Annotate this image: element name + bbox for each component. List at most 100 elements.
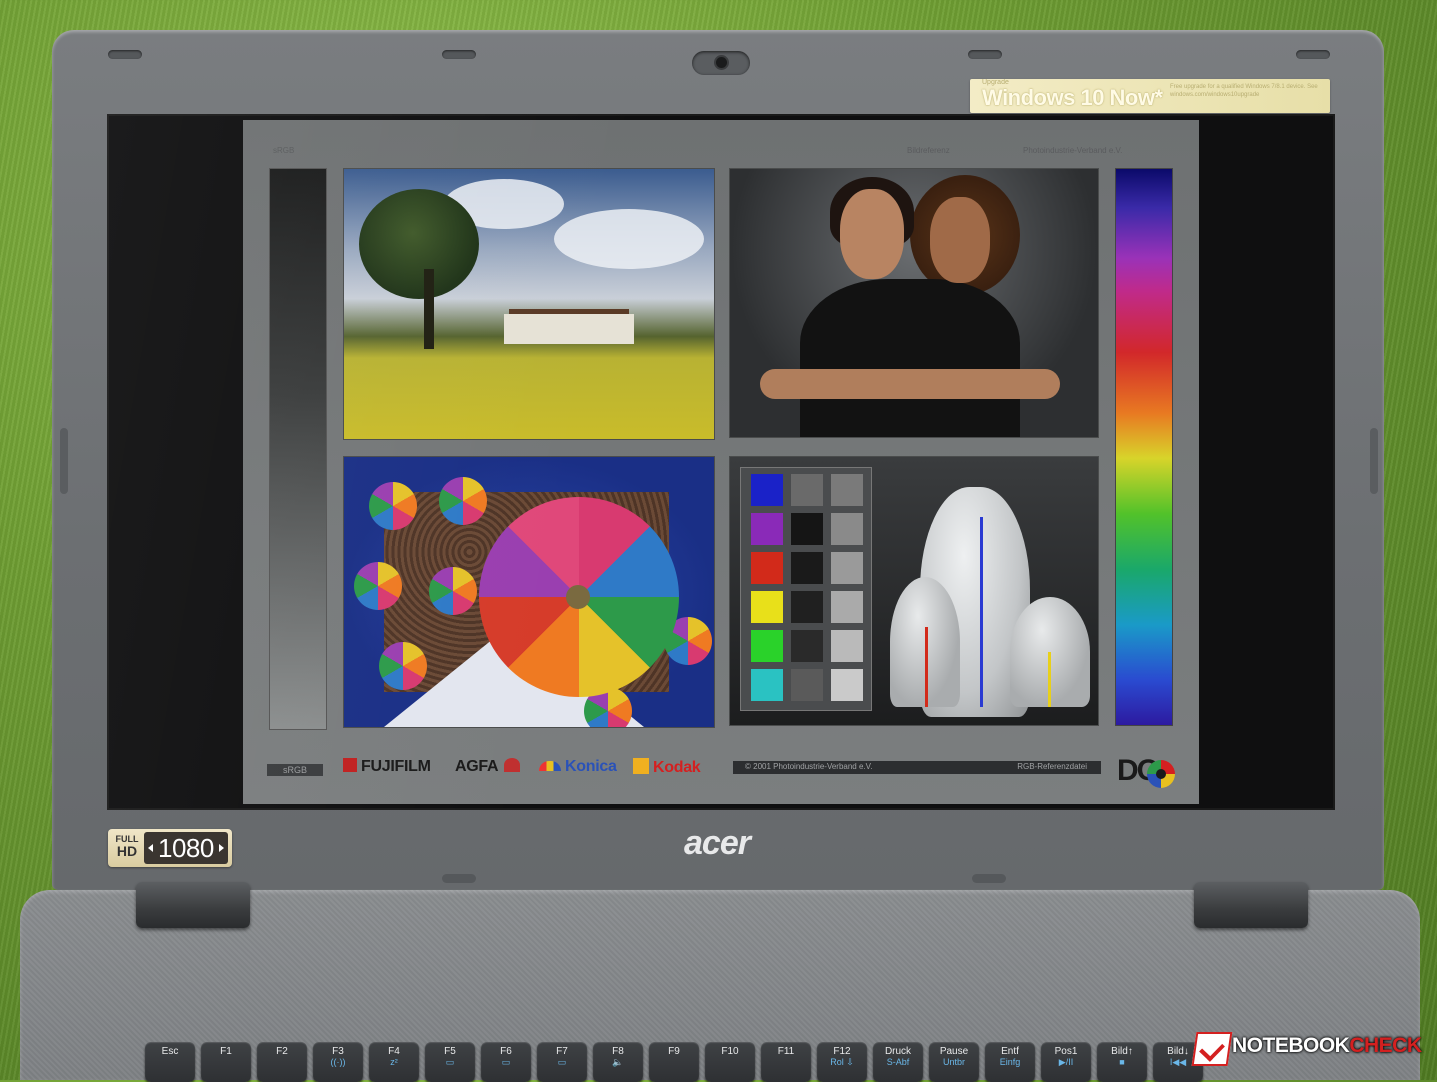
bezel-bumper xyxy=(972,874,1006,883)
bezel-side-bumper xyxy=(60,428,68,494)
agfa-logo: AGFA xyxy=(455,758,521,776)
fujifilm-logo: FUJIFILM xyxy=(343,758,431,776)
hd-text: HD xyxy=(116,843,138,859)
key-10[interactable]: F10 xyxy=(705,1042,755,1082)
kodak-logo: Kodak xyxy=(633,758,701,777)
key-label: F2 xyxy=(276,1046,288,1057)
key-8[interactable]: F8 🔈 xyxy=(593,1042,643,1082)
checkmark-icon xyxy=(1191,1032,1233,1066)
key-secondary-label: S-Abf xyxy=(886,1057,910,1067)
color-swatch xyxy=(831,669,863,701)
color-swatch xyxy=(751,513,783,545)
key-label: F8 xyxy=(612,1046,624,1057)
key-secondary-label: ((·)) xyxy=(330,1057,346,1067)
key-17[interactable]: Bild↑ ■ xyxy=(1097,1042,1147,1082)
key-6[interactable]: F6 ▭ xyxy=(481,1042,531,1082)
brand-logo-bar: sRGB FUJIFILM AGFA Konica Kodak © 2001 P… xyxy=(243,740,1199,788)
webcam-icon xyxy=(716,57,727,68)
key-secondary-label: ▭ xyxy=(557,1057,567,1067)
pinwheel-photo xyxy=(343,456,715,728)
color-swatch xyxy=(791,474,823,506)
ref-top-left-text: sRGB xyxy=(273,146,295,155)
key-secondary-label: ▭ xyxy=(445,1057,455,1067)
key-secondary-label: ■ xyxy=(1119,1057,1125,1067)
key-label: F10 xyxy=(721,1046,739,1057)
key-label: Druck xyxy=(884,1046,912,1057)
color-swatch xyxy=(751,552,783,584)
key-label: F9 xyxy=(668,1046,680,1057)
laptop-screen: sRGB Bildreferenz Photoindustrie-Verband… xyxy=(107,114,1335,810)
landscape-photo xyxy=(343,168,715,440)
color-swatch xyxy=(831,513,863,545)
key-secondary-label: ▶/II xyxy=(1058,1057,1074,1067)
watermark-part2: CHECK xyxy=(1349,1034,1422,1057)
color-swatch xyxy=(751,630,783,662)
portrait-photo xyxy=(729,168,1099,438)
key-secondary-label: 🔈 xyxy=(612,1057,624,1067)
key-2[interactable]: F2 xyxy=(257,1042,307,1082)
copyright-bar: © 2001 Photoindustrie-Verband e.V. RGB-R… xyxy=(733,761,1101,774)
pinwheel-hub xyxy=(566,585,590,609)
color-ring-icon xyxy=(1147,760,1175,788)
full-hd-badge: FULL HD 1080 xyxy=(108,829,232,867)
key-label: F12 xyxy=(833,1046,851,1057)
key-12[interactable]: F12 Rol ⇩ xyxy=(817,1042,867,1082)
key-13[interactable]: Druck S-Abf xyxy=(873,1042,923,1082)
acer-logo: acer xyxy=(684,824,751,862)
hinge xyxy=(1194,882,1308,928)
color-swatch xyxy=(751,591,783,623)
key-15[interactable]: Entf Einfg xyxy=(985,1042,1035,1082)
key-label: Pos1 xyxy=(1054,1046,1078,1057)
key-label: F4 xyxy=(388,1046,400,1057)
key-4[interactable]: F4 z² xyxy=(369,1042,419,1082)
color-swatch xyxy=(791,552,823,584)
mini-pinwheel-icon xyxy=(369,482,417,530)
key-label: F6 xyxy=(500,1046,512,1057)
key-label: Esc xyxy=(161,1046,179,1057)
color-swatch xyxy=(831,474,863,506)
konica-logo: Konica xyxy=(539,758,617,776)
bezel-bumper xyxy=(442,874,476,883)
mini-pinwheel-icon xyxy=(379,642,427,690)
key-label: Pause xyxy=(939,1046,969,1057)
bezel-bumper xyxy=(1296,50,1330,59)
color-swatch xyxy=(751,669,783,701)
color-swatch xyxy=(831,591,863,623)
color-swatch xyxy=(831,552,863,584)
key-secondary-label: Einfg xyxy=(999,1057,1021,1067)
reference-file-label: RGB-Referenzdatei xyxy=(1017,762,1087,771)
color-swatch xyxy=(791,669,823,701)
sticker-title: Windows 10 Now* xyxy=(982,85,1163,110)
face xyxy=(930,197,990,283)
bezel-bumper xyxy=(442,50,476,59)
color-checker-chart xyxy=(740,467,872,711)
key-label: F11 xyxy=(777,1046,795,1057)
dress xyxy=(800,279,1020,437)
key-9[interactable]: F9 xyxy=(649,1042,699,1082)
color-swatch xyxy=(831,630,863,662)
key-label: Entf xyxy=(1001,1046,1019,1057)
windows10-sticker: Upgrade Windows 10 Now* Free upgrade for… xyxy=(970,79,1330,113)
key-16[interactable]: Pos1 ▶/II xyxy=(1041,1042,1091,1082)
key-11[interactable]: F11 xyxy=(761,1042,811,1082)
key-7[interactable]: F7 ▭ xyxy=(537,1042,587,1082)
bezel-bumper xyxy=(968,50,1002,59)
mini-pinwheel-icon xyxy=(439,477,487,525)
sticker-fine-print: Free upgrade for a qualified Windows 7/8… xyxy=(1170,84,1318,98)
red-stripe xyxy=(925,627,928,707)
bezel-side-bumper xyxy=(1370,428,1378,494)
key-3[interactable]: F3 ((·)) xyxy=(313,1042,363,1082)
key-0[interactable]: Esc xyxy=(145,1042,195,1082)
farmhouse xyxy=(504,314,634,344)
color-swatch xyxy=(791,513,823,545)
ref-top-right-text: Photoindustrie-Verband e.V. xyxy=(1023,146,1123,155)
color-swatch xyxy=(791,591,823,623)
key-14[interactable]: Pause Untbr xyxy=(929,1042,979,1082)
copyright-text: © 2001 Photoindustrie-Verband e.V. xyxy=(745,762,873,771)
key-1[interactable]: F1 xyxy=(201,1042,251,1082)
watermark-part1: NOTEBOOK xyxy=(1232,1034,1350,1057)
bezel-bumper xyxy=(108,50,142,59)
key-label: F3 xyxy=(332,1046,344,1057)
key-secondary-label: z² xyxy=(390,1057,398,1067)
key-5[interactable]: F5 ▭ xyxy=(425,1042,475,1082)
